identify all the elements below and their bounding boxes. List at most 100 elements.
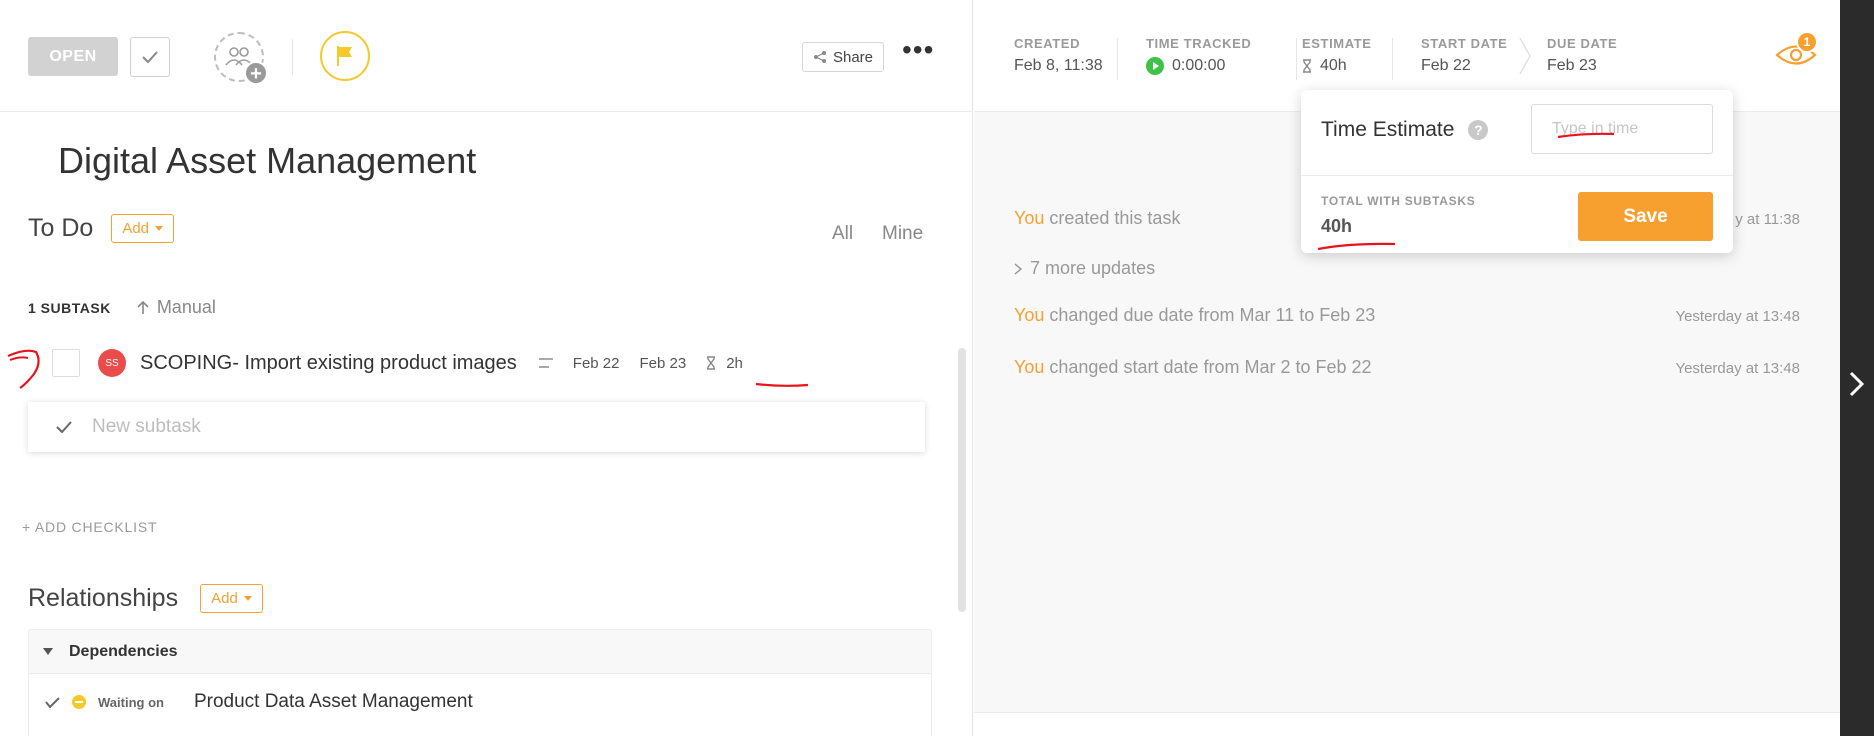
subtask-meta: Feb 22 Feb 23 2h	[538, 355, 743, 372]
relationships-title: Relationships	[28, 584, 179, 612]
add-relationship-button[interactable]: Add	[200, 584, 263, 613]
time-tracked-label: TIME TRACKED	[1146, 36, 1252, 51]
created-label: CREATED	[1014, 36, 1081, 51]
total-with-subtasks-label: TOTAL WITH SUBTASKS	[1321, 194, 1476, 208]
subtask-count: 1 SUBTASK	[28, 299, 111, 316]
activity-item: You created this task	[1014, 208, 1180, 229]
caret-down-icon	[243, 596, 252, 601]
new-subtask-input[interactable]: New subtask	[28, 402, 925, 452]
play-icon[interactable]	[1146, 57, 1164, 75]
created-value: Feb 8, 11:38	[1014, 57, 1103, 74]
status-button[interactable]: OPEN	[28, 37, 118, 76]
activity-time: Yesterday at 13:48	[1675, 308, 1800, 325]
task-title[interactable]: Digital Asset Management	[58, 140, 476, 182]
subtask-due-date[interactable]: Feb 23	[640, 355, 687, 372]
subtask-start-date[interactable]: Feb 22	[573, 355, 620, 372]
activity-text: changed due date from Mar 11 to Feb 23	[1044, 305, 1376, 325]
start-date-label: START DATE	[1421, 36, 1508, 51]
status-row: To Do Add	[28, 214, 175, 243]
caret-down-icon	[155, 226, 164, 231]
relationships-row: Relationships Add	[28, 584, 263, 613]
add-button[interactable]: Add	[111, 214, 175, 243]
sort-label: Manual	[156, 297, 216, 317]
share-label: Share	[832, 48, 874, 66]
estimate-info[interactable]: ESTIMATE 40h	[1302, 36, 1372, 75]
activity-text: changed start date from Mar 2 to Feb 22	[1044, 357, 1372, 377]
activity-time: y at 11:38	[1735, 211, 1800, 228]
help-icon[interactable]: ?	[1468, 120, 1489, 140]
task-details-pane: OPEN + Share ••• Digital Asset Managemen…	[0, 0, 973, 736]
status-label[interactable]: To Do	[28, 214, 93, 243]
comment-bar	[974, 712, 1840, 736]
activity-item: You changed start date from Mar 2 to Feb…	[1014, 357, 1372, 378]
total-with-subtasks-value: 40h	[1321, 216, 1353, 236]
time-estimate-popover: Time Estimate ? TOTAL WITH SUBTASKS 40h …	[1301, 90, 1733, 253]
save-button[interactable]: Save	[1578, 192, 1713, 241]
watchers-badge: 1	[1796, 31, 1818, 53]
activity-actor[interactable]: You	[1014, 208, 1044, 228]
divider	[1296, 38, 1297, 80]
activity-actor[interactable]: You	[1014, 305, 1044, 325]
sort-button[interactable]: Manual	[137, 297, 216, 318]
created-info: CREATED Feb 8, 11:38	[1014, 36, 1103, 75]
task-view: OPEN + Share ••• Digital Asset Managemen…	[0, 0, 1874, 736]
popover-title: Time Estimate ?	[1321, 118, 1489, 142]
flag-icon	[337, 46, 352, 66]
scrollbar[interactable]	[958, 348, 966, 612]
hourglass-icon	[1303, 59, 1311, 73]
chevron-right-icon[interactable]	[1848, 370, 1866, 398]
more-updates-label: 7 more updates	[1030, 258, 1156, 278]
activity-time: Yesterday at 13:48	[1675, 360, 1800, 377]
priority-button[interactable]	[320, 31, 370, 81]
due-date-info[interactable]: DUE DATE Feb 23	[1547, 36, 1617, 75]
dependencies-panel: Dependencies Waiting on Product Data Ass…	[28, 629, 932, 736]
subtask-row[interactable]: SS SCOPING- Import existing product imag…	[52, 348, 912, 378]
task-toolbar: OPEN + Share •••	[0, 0, 973, 112]
dependency-name[interactable]: Product Data Asset Management	[194, 691, 473, 713]
share-icon	[813, 51, 826, 63]
dependencies-header[interactable]: Dependencies	[29, 630, 931, 674]
subtask-estimate-value: 2h	[726, 354, 743, 372]
new-subtask-placeholder: New subtask	[92, 416, 201, 437]
dependency-status: Waiting on	[98, 694, 164, 710]
activity-text: created this task	[1044, 208, 1181, 228]
add-label: Add	[211, 590, 238, 607]
checkmark-icon	[56, 421, 72, 433]
subtask-header: 1 SUBTASK Manual	[28, 297, 216, 318]
avatar[interactable]: SS	[98, 349, 126, 377]
assign-users-button[interactable]: +	[214, 32, 268, 85]
subtask-checkbox[interactable]	[52, 349, 80, 377]
start-date-info[interactable]: START DATE Feb 22	[1421, 36, 1507, 75]
checkmark-icon	[45, 696, 60, 708]
filter-mine[interactable]: Mine	[882, 223, 923, 245]
time-tracked-info[interactable]: TIME TRACKED 0:00:00	[1146, 36, 1251, 75]
time-tracked-value: 0:00:00	[1172, 57, 1226, 74]
checkmark-icon	[142, 51, 158, 64]
waiting-icon	[72, 695, 86, 709]
more-updates-toggle[interactable]: 7 more updates	[1014, 258, 1155, 279]
priority-lines-icon[interactable]	[538, 358, 553, 368]
time-estimate-input[interactable]	[1531, 104, 1713, 154]
subtask-name[interactable]: SCOPING- Import existing product images	[140, 352, 517, 375]
hourglass-icon	[707, 356, 716, 370]
side-rail	[1840, 0, 1874, 736]
subtask-estimate[interactable]: 2h	[706, 355, 743, 372]
more-options-button[interactable]: •••	[902, 36, 934, 64]
divider	[1392, 38, 1393, 80]
arrow-up-icon	[137, 300, 149, 314]
dependency-item[interactable]: Waiting on Product Data Asset Management	[29, 674, 931, 730]
add-checklist-button[interactable]: + ADD CHECKLIST	[22, 519, 157, 535]
filter-all[interactable]: All	[832, 223, 853, 245]
divider	[1117, 38, 1118, 80]
popover-title-text: Time Estimate	[1321, 118, 1455, 141]
activity-actor[interactable]: You	[1014, 357, 1044, 377]
activity-item: You changed due date from Mar 11 to Feb …	[1014, 305, 1375, 326]
start-date-value: Feb 22	[1421, 57, 1471, 74]
estimate-label: ESTIMATE	[1302, 36, 1372, 51]
add-icon: +	[244, 61, 268, 85]
estimate-value: 40h	[1320, 57, 1347, 74]
dependencies-label: Dependencies	[69, 642, 178, 660]
complete-button[interactable]	[130, 37, 170, 77]
due-date-value: Feb 23	[1547, 57, 1597, 74]
share-button[interactable]: Share	[802, 42, 884, 72]
